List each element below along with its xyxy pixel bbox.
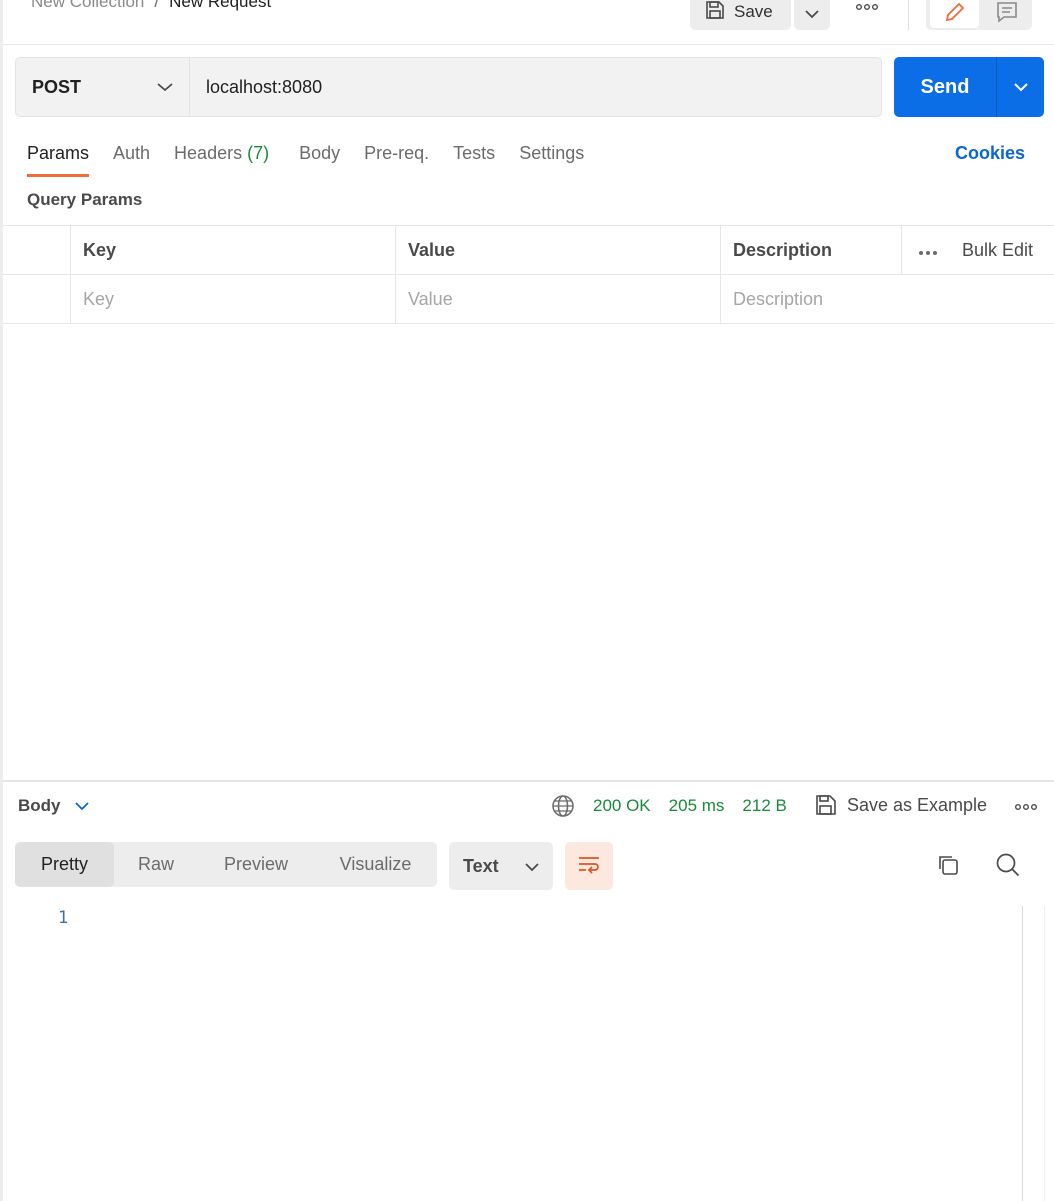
tab-tests[interactable]: Tests — [453, 141, 495, 177]
editor-right-border — [1044, 906, 1045, 1201]
chevron-down-icon — [157, 79, 173, 95]
response-body-label: Body — [18, 796, 61, 815]
edit-mode-button[interactable] — [930, 0, 979, 28]
view-tab-visualize[interactable]: Visualize — [314, 842, 437, 887]
query-params-title: Query Params — [27, 190, 143, 209]
save-icon — [704, 0, 726, 26]
table-row: Key Value Description — [3, 275, 1054, 324]
response-time[interactable]: 205 ms — [669, 796, 725, 816]
tab-body[interactable]: Body — [299, 141, 340, 177]
request-header: New Collection / New Request Save — [3, 0, 1054, 45]
column-description: Description — [720, 226, 901, 275]
method-value: POST — [32, 76, 82, 97]
response-meta: 200 OK 205 ms 212 B — [551, 794, 805, 818]
bulk-edit-button[interactable]: Bulk Edit — [962, 240, 1033, 261]
chevron-down-icon — [74, 796, 89, 816]
left-border — [0, 0, 3, 1201]
view-tab-raw[interactable]: Raw — [114, 842, 198, 887]
tab-auth[interactable]: Auth — [113, 141, 150, 177]
breadcrumb-collection[interactable]: New Collection — [31, 0, 144, 12]
more-horizontal-icon — [1014, 798, 1038, 814]
tab-pre-request[interactable]: Pre-req. — [364, 141, 429, 177]
chevron-down-icon — [1013, 79, 1029, 95]
send-button[interactable]: Send — [894, 57, 996, 117]
pencil-icon — [943, 0, 967, 27]
mode-toggle — [926, 0, 1032, 30]
response-size[interactable]: 212 B — [742, 796, 786, 816]
value-input[interactable]: Value — [395, 275, 720, 324]
save-button[interactable]: Save — [690, 0, 791, 30]
more-actions-button[interactable] — [852, 0, 882, 18]
comment-icon — [995, 0, 1019, 27]
checkbox-column — [3, 226, 70, 275]
query-params-table: Key Value Description Bulk Edit Key Valu… — [3, 225, 1054, 325]
comment-mode-button[interactable] — [986, 0, 1028, 28]
table-header-row: Key Value Description Bulk Edit — [3, 226, 1054, 275]
header-divider — [908, 0, 909, 30]
breadcrumb: New Collection / New Request — [31, 0, 271, 12]
method-select[interactable]: POST — [15, 57, 189, 117]
save-options-button[interactable] — [794, 0, 830, 30]
copy-button[interactable] — [932, 850, 964, 882]
send-options-button[interactable] — [997, 57, 1044, 117]
row-checkbox-cell — [3, 275, 70, 324]
save-as-example-label: Save as Example — [847, 794, 988, 815]
editor-scrollbar[interactable] — [1022, 906, 1023, 1201]
more-horizontal-icon[interactable] — [918, 240, 938, 261]
breadcrumb-separator: / — [154, 0, 160, 11]
tab-headers-label: Headers — [174, 143, 243, 163]
response-format-select[interactable]: Text — [449, 842, 553, 890]
save-as-example-button[interactable]: Save as Example — [815, 794, 987, 816]
column-value: Value — [395, 226, 720, 275]
response-body-selector[interactable]: Body — [18, 796, 89, 816]
chevron-down-icon — [525, 856, 539, 877]
response-more-button[interactable] — [1013, 798, 1039, 814]
send-button-group: Send — [894, 57, 1044, 117]
request-tabs: Params Auth Headers (7) Body Pre-req. Te… — [27, 141, 608, 177]
tab-settings[interactable]: Settings — [519, 141, 584, 177]
status-code[interactable]: 200 OK — [593, 796, 651, 816]
tab-headers[interactable]: Headers (7) — [174, 141, 269, 177]
view-tab-pretty[interactable]: Pretty — [15, 842, 114, 887]
search-icon — [995, 852, 1021, 881]
column-key: Key — [70, 226, 395, 275]
wrap-lines-icon — [577, 853, 601, 880]
key-input[interactable]: Key — [70, 275, 395, 324]
response-resize-handle[interactable] — [3, 780, 1054, 782]
table-actions: Bulk Edit — [901, 226, 1054, 275]
view-tab-preview[interactable]: Preview — [198, 842, 314, 887]
format-value: Text — [463, 855, 499, 876]
line-number: 1 — [58, 908, 69, 928]
save-icon — [815, 794, 837, 816]
globe-icon[interactable] — [551, 794, 575, 818]
description-input[interactable]: Description — [720, 275, 1054, 324]
cookies-link[interactable]: Cookies — [955, 141, 1025, 165]
breadcrumb-request[interactable]: New Request — [169, 0, 271, 12]
copy-icon — [936, 853, 960, 880]
tab-params[interactable]: Params — [27, 141, 90, 177]
headers-count: (7) — [247, 143, 270, 163]
search-button[interactable] — [992, 850, 1024, 882]
chevron-down-icon — [805, 6, 819, 22]
wrap-lines-button[interactable] — [565, 842, 613, 890]
url-input[interactable]: localhost:8080 — [189, 57, 882, 117]
more-horizontal-icon — [855, 0, 879, 14]
response-view-tabs: Pretty Raw Preview Visualize — [15, 842, 437, 887]
save-label: Save — [734, 2, 773, 21]
